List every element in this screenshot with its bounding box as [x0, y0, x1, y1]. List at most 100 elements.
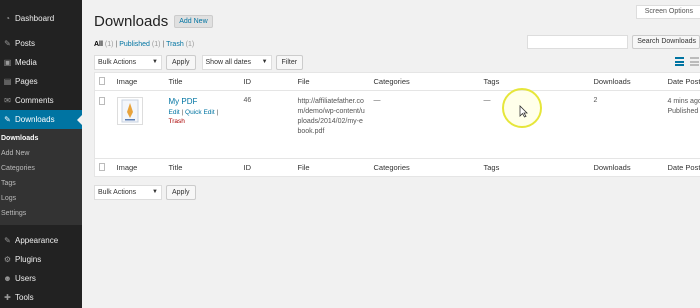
dropdown-arrow-icon: ▼	[152, 189, 158, 195]
view-switch	[670, 56, 700, 67]
action-separator: |	[181, 109, 184, 116]
apply-button[interactable]: Apply	[166, 55, 196, 70]
screen-options-button[interactable]: Screen Options	[635, 5, 700, 19]
filter-trash[interactable]: Trash	[166, 41, 184, 48]
title-row: Downloads Add New	[94, 13, 213, 30]
menu-users[interactable]: ☻ Users	[0, 269, 82, 288]
menu-label: Posts	[15, 39, 36, 48]
column-title[interactable]: Title	[164, 72, 240, 91]
categories-cell: —	[373, 97, 381, 104]
menu-label: Comments	[15, 96, 54, 105]
submenu-add-new[interactable]: Add New	[0, 146, 82, 161]
column-id[interactable]: ID	[239, 72, 294, 91]
select-all-checkbox[interactable]	[99, 76, 105, 85]
menu-label: Users	[15, 274, 36, 283]
select-all-checkbox[interactable]	[99, 162, 105, 171]
search-box: Search Downloads	[527, 35, 700, 49]
menu-comments[interactable]: ✉ Comments	[0, 91, 82, 110]
dropdown-arrow-icon: ▼	[152, 59, 158, 65]
column-downloads[interactable]: Downloads	[589, 72, 664, 91]
column-tags: Tags	[479, 72, 590, 91]
column-date[interactable]: Date Posted	[663, 158, 700, 177]
filter-trash-count: (1)	[185, 41, 195, 48]
column-file: File	[293, 72, 370, 91]
column-id[interactable]: ID	[239, 158, 294, 177]
image-cell	[113, 91, 165, 159]
column-title[interactable]: Title	[164, 158, 240, 177]
id-cell: 46	[243, 97, 252, 104]
quick-edit-link[interactable]: Quick Edit	[185, 109, 215, 116]
date-filter-select[interactable]: Show all dates ▼	[201, 55, 272, 70]
apply-button-bottom[interactable]: Apply	[166, 185, 196, 200]
menu-label: Dashboard	[15, 14, 55, 23]
menu-label: Appearance	[15, 236, 59, 245]
menu-pages[interactable]: ▤ Pages	[0, 72, 82, 91]
select-value: Bulk Actions	[98, 189, 137, 196]
pin-icon: ✎	[4, 39, 11, 48]
column-categories: Categories	[369, 158, 480, 177]
select-all-cell	[94, 158, 113, 177]
filter-all-count: (1)	[104, 41, 114, 48]
select-value: Show all dates	[205, 59, 252, 66]
downloads-table: Image Title ID File Categories Tags Down…	[94, 72, 700, 177]
search-button[interactable]: Search Downloads	[632, 35, 700, 49]
appearance-icon: ✎	[4, 236, 11, 245]
submenu-logs[interactable]: Logs	[0, 191, 82, 206]
date-posted: 4 mins ago	[667, 98, 700, 105]
menu-tools[interactable]: ✚ Tools	[0, 288, 82, 307]
column-downloads[interactable]: Downloads	[589, 158, 664, 177]
list-view-icon[interactable]	[674, 56, 685, 67]
tablenav-top: Bulk Actions ▼ Apply Show all dates ▼ Filt…	[94, 55, 304, 70]
add-new-button[interactable]: Add New	[174, 15, 213, 28]
menu-label: Downloads	[15, 115, 55, 124]
row-actions: Edit | Quick Edit | Trash	[169, 109, 236, 125]
trash-link[interactable]: Trash	[169, 118, 236, 125]
downloads-submenu: Downloads Add New Categories Tags Logs S…	[0, 129, 82, 225]
column-categories: Categories	[369, 72, 480, 91]
file-cell: http://affiliatefather.com/demo/wp-conte…	[294, 91, 370, 159]
filter-published[interactable]: Published	[119, 41, 150, 48]
filter-published-count: (1)	[151, 41, 161, 48]
table-header-row: Image Title ID File Categories Tags Down…	[94, 72, 700, 91]
menu-label: Pages	[15, 77, 38, 86]
tablenav-bottom: Bulk Actions ▼ Apply	[94, 185, 196, 200]
submenu-tags[interactable]: Tags	[0, 176, 82, 191]
row-checkbox[interactable]	[99, 97, 105, 105]
menu-downloads[interactable]: ✎ Downloads	[0, 110, 82, 129]
menu-plugins[interactable]: ⚙ Plugins	[0, 250, 82, 269]
status-filter-links: All (1) | Published (1) | Trash (1)	[94, 41, 194, 48]
select-value: Bulk Actions	[98, 59, 137, 66]
download-title-link[interactable]: My PDF	[169, 97, 236, 106]
excerpt-view-icon[interactable]	[689, 56, 700, 67]
submenu-downloads[interactable]: Downloads	[0, 131, 82, 146]
bulk-actions-select-bottom[interactable]: Bulk Actions ▼	[94, 185, 162, 200]
mouse-pointer-icon	[519, 105, 528, 118]
dashboard-icon: ◔	[5, 14, 10, 23]
tools-icon: ✚	[4, 293, 11, 302]
edit-link[interactable]: Edit	[169, 109, 180, 116]
menu-posts[interactable]: ✎ Posts	[0, 34, 82, 53]
search-input[interactable]	[527, 35, 629, 49]
submenu-settings[interactable]: Settings	[0, 206, 82, 221]
filter-all[interactable]: All	[94, 41, 103, 48]
title-cell: My PDF Edit | Quick Edit | Trash	[165, 91, 240, 159]
admin-sidebar: ◔ Dashboard ✎ Posts ▣ Media ▤ Pages ✉ Comment…	[0, 0, 82, 308]
column-date[interactable]: Date Posted	[663, 72, 700, 91]
post-status: Published	[667, 108, 699, 115]
menu-appearance[interactable]: ✎ Appearance	[0, 231, 82, 250]
menu-label: Plugins	[15, 255, 42, 264]
filter-button[interactable]: Filter	[275, 55, 304, 70]
filter-separator: |	[162, 41, 165, 48]
column-file: File	[293, 158, 370, 177]
users-icon: ☻	[3, 274, 12, 283]
bulk-actions-select[interactable]: Bulk Actions ▼	[94, 55, 162, 70]
download-thumbnail[interactable]	[116, 97, 143, 125]
ebook-cover-image	[121, 99, 138, 123]
menu-label: Tools	[15, 293, 34, 302]
submenu-categories[interactable]: Categories	[0, 161, 82, 176]
menu-label: Media	[15, 58, 37, 67]
comments-icon: ✉	[4, 96, 11, 105]
menu-dashboard[interactable]: ◔ Dashboard	[0, 9, 82, 28]
menu-media[interactable]: ▣ Media	[0, 53, 82, 72]
main-content: Screen Options Downloads Add New All (1)…	[82, 0, 700, 308]
